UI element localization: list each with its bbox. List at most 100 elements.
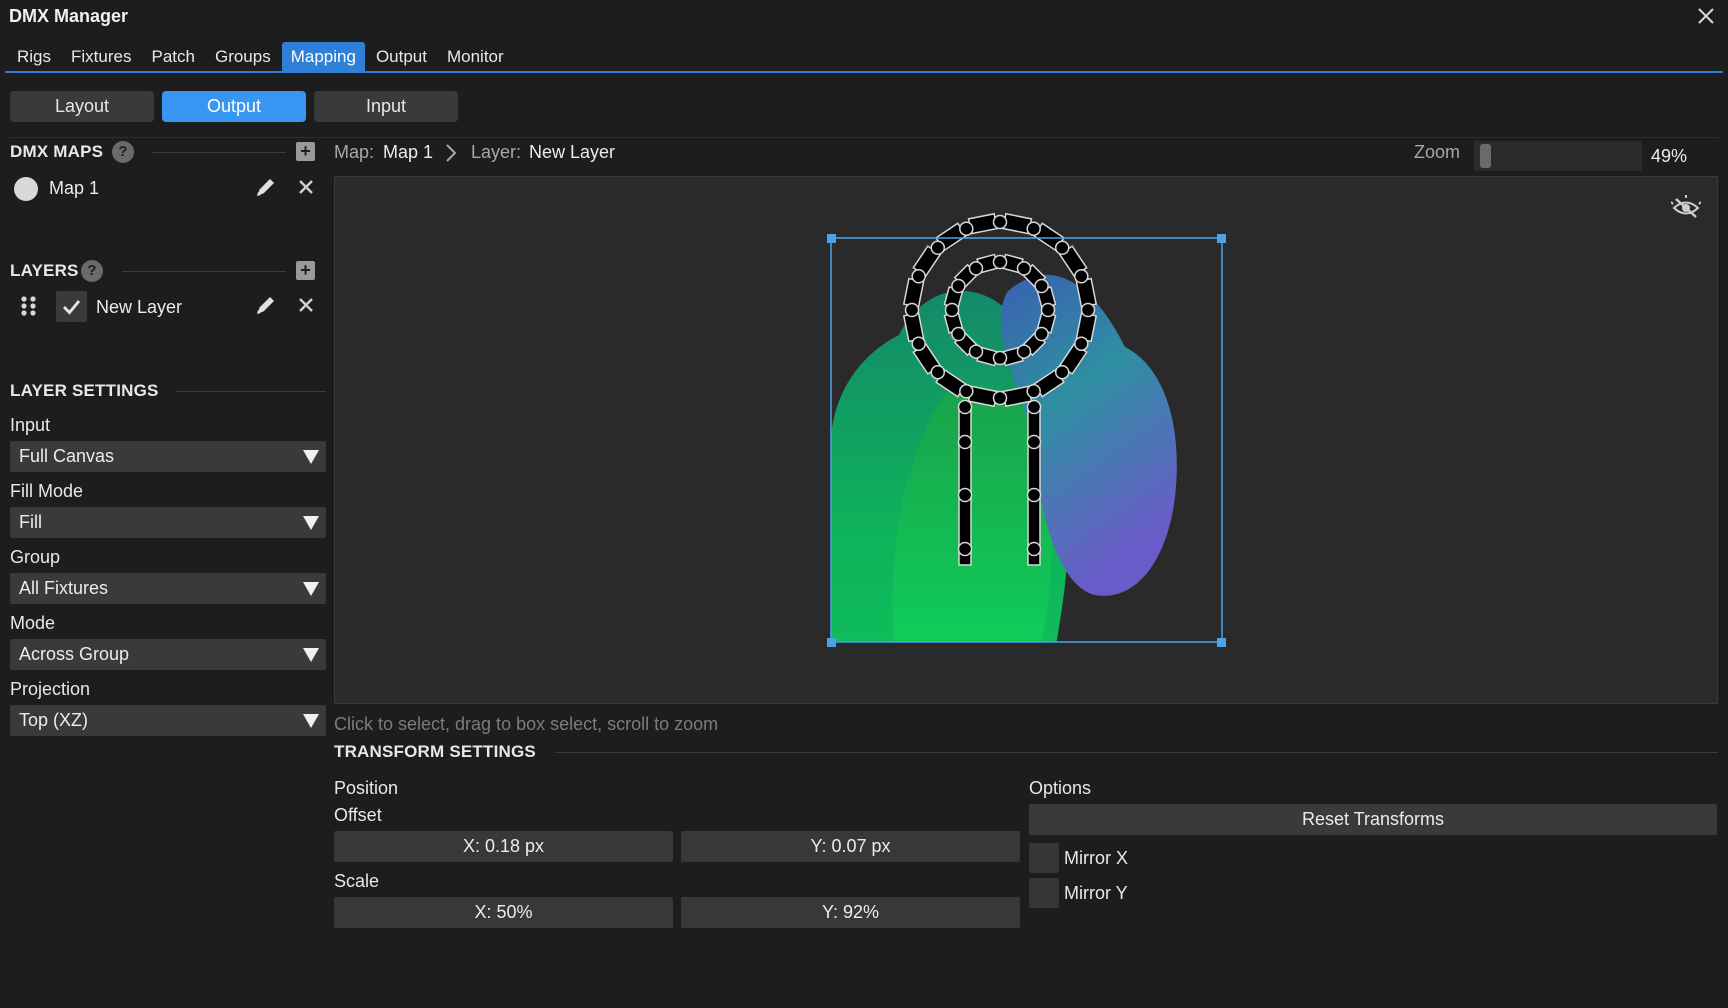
fixture-strip[interactable] — [1027, 406, 1041, 566]
resize-handle[interactable] — [1217, 638, 1226, 647]
position-label: Position — [334, 778, 399, 798]
fixture-node[interactable] — [951, 326, 966, 342]
fixture-node[interactable] — [1074, 269, 1089, 284]
tab-patch[interactable]: Patch — [142, 42, 203, 72]
fill-mode-select[interactable]: Fill — [10, 507, 326, 538]
fixture-node[interactable] — [951, 278, 966, 294]
fixture-node[interactable] — [957, 541, 973, 557]
pencil-icon[interactable] — [253, 174, 279, 200]
fixture-node[interactable] — [930, 240, 946, 256]
fixture-node[interactable] — [1026, 399, 1042, 415]
resize-handle[interactable] — [827, 234, 836, 243]
help-icon[interactable]: ? — [81, 260, 103, 282]
tab-mapping[interactable]: Mapping — [281, 42, 365, 72]
layer-visible-checkbox[interactable] — [56, 291, 87, 322]
fixture-node[interactable] — [1026, 221, 1041, 236]
breadcrumb-layer-value[interactable]: New Layer — [529, 142, 615, 163]
fixture-node[interactable] — [959, 221, 974, 236]
layers-title: LAYERS — [10, 261, 79, 280]
help-icon[interactable]: ? — [112, 141, 134, 163]
input-select-value: Full Canvas — [19, 446, 115, 466]
projection-select[interactable]: Top (XZ) — [10, 705, 326, 736]
breadcrumb-map-key: Map: — [334, 142, 375, 162]
divider — [9, 137, 1719, 138]
canvas-artwork — [827, 212, 1226, 647]
fixture-node[interactable] — [1016, 344, 1032, 359]
fixture-node[interactable] — [1016, 261, 1032, 276]
mirror-x-label: Mirror X — [1064, 848, 1128, 868]
fixture-node[interactable] — [992, 214, 1008, 230]
breadcrumb-map-value[interactable]: Map 1 — [383, 142, 433, 163]
fixture-node[interactable] — [968, 261, 984, 276]
zoom-slider[interactable] — [1474, 141, 1642, 171]
fixture-node[interactable] — [904, 302, 920, 318]
check-icon — [63, 300, 81, 315]
fixture-node[interactable] — [957, 487, 973, 503]
fixture-node[interactable] — [1054, 240, 1070, 256]
fixture-node[interactable] — [1074, 336, 1089, 351]
zoom-slider-handle[interactable] — [1480, 144, 1491, 168]
add-map-button[interactable]: + — [296, 142, 315, 161]
fixture-node[interactable] — [992, 390, 1008, 406]
fixture-node[interactable] — [957, 434, 973, 450]
fixture-node[interactable] — [1054, 364, 1070, 380]
fixture-node[interactable] — [1080, 302, 1096, 318]
mode-label: Mode — [10, 613, 56, 633]
fixture-node[interactable] — [911, 336, 926, 351]
map-item-label[interactable]: Map 1 — [49, 178, 99, 199]
fixture-node[interactable] — [992, 350, 1008, 366]
fixture-node[interactable] — [959, 384, 974, 399]
fixture-node[interactable] — [1026, 541, 1042, 557]
divider — [555, 752, 1718, 753]
resize-handle[interactable] — [827, 638, 836, 647]
fixture-node[interactable] — [1026, 384, 1041, 399]
mirror-x-checkbox[interactable] — [1029, 843, 1059, 873]
reset-transforms-button[interactable]: Reset Transforms — [1029, 804, 1717, 835]
tab-rigs[interactable]: Rigs — [8, 42, 60, 72]
triangle-down-icon — [303, 516, 319, 530]
fixture-node[interactable] — [1034, 326, 1049, 342]
tab-monitor[interactable]: Monitor — [438, 42, 513, 72]
mapping-canvas[interactable] — [334, 176, 1718, 704]
mode-select[interactable]: Across Group — [10, 639, 326, 670]
subtab-input[interactable]: Input — [314, 91, 458, 122]
fixture-node[interactable] — [992, 254, 1008, 270]
offset-x-field[interactable]: X: 0.18 px — [334, 831, 673, 862]
layer-item-label[interactable]: New Layer — [96, 297, 182, 318]
fixture-node[interactable] — [1026, 487, 1042, 503]
subtab-layout[interactable]: Layout — [10, 91, 154, 122]
tab-groups[interactable]: Groups — [206, 42, 280, 72]
drag-handle-icon[interactable] — [20, 295, 38, 317]
subtab-output[interactable]: Output — [162, 91, 306, 122]
tab-output[interactable]: Output — [367, 42, 436, 72]
scale-x-field[interactable]: X: 50% — [334, 897, 673, 928]
x-icon[interactable] — [293, 292, 319, 318]
triangle-down-icon — [303, 714, 319, 728]
scale-y-field[interactable]: Y: 92% — [681, 897, 1020, 928]
x-icon[interactable] — [293, 174, 319, 200]
fixture-node[interactable] — [1026, 434, 1042, 450]
fixture-strip[interactable] — [958, 406, 972, 566]
fixture-node[interactable] — [944, 302, 960, 318]
group-label: Group — [10, 547, 61, 567]
fixture-node[interactable] — [957, 399, 973, 415]
mirror-y-checkbox[interactable] — [1029, 878, 1059, 908]
fixture-node[interactable] — [911, 269, 926, 284]
input-select[interactable]: Full Canvas — [10, 441, 326, 472]
add-layer-button[interactable]: + — [296, 261, 315, 280]
group-select[interactable]: All Fixtures — [10, 573, 326, 604]
resize-handle[interactable] — [1217, 234, 1226, 243]
offset-y-field[interactable]: Y: 0.07 px — [681, 831, 1020, 862]
tab-fixtures[interactable]: Fixtures — [62, 42, 140, 72]
fixture-node[interactable] — [1034, 278, 1049, 294]
layer-settings-title: LAYER SETTINGS — [10, 381, 159, 400]
close-icon[interactable] — [1694, 4, 1718, 28]
chevron-right-icon — [446, 144, 457, 162]
fill-mode-label: Fill Mode — [10, 481, 84, 501]
fixture-node[interactable] — [968, 344, 984, 359]
pencil-icon[interactable] — [253, 292, 279, 318]
fixture-node[interactable] — [1040, 302, 1056, 318]
fixture-node[interactable] — [930, 364, 946, 380]
map-status-dot — [14, 177, 38, 201]
triangle-down-icon — [303, 648, 319, 662]
